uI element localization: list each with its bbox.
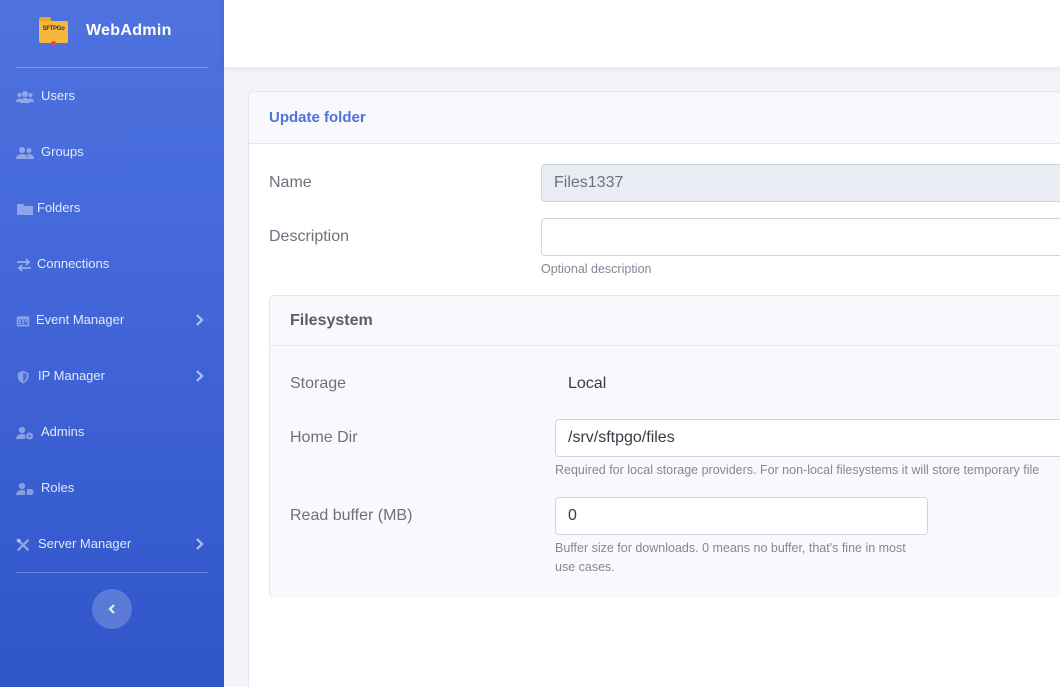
name-label: Name: [269, 174, 312, 191]
chevron-right-icon: [196, 314, 204, 326]
storage-value: Local: [568, 375, 607, 392]
sidebar: SFTPGo WebAdmin Users Groups Folders Con…: [0, 0, 224, 687]
sidebar-item-label: Admins: [41, 424, 85, 439]
filesystem-card-header: Filesystem: [270, 296, 1060, 346]
sidebar-item-roles[interactable]: Roles: [0, 461, 224, 517]
read-buffer-help-line1: Buffer size for downloads. 0 means no bu…: [555, 541, 906, 555]
folder-icon: [17, 204, 33, 215]
sidebar-item-groups[interactable]: Groups: [0, 125, 224, 181]
topbar: [224, 0, 1060, 67]
chevron-right-icon: [196, 538, 204, 550]
home-dir-field[interactable]: /srv/sftpgo/files: [555, 419, 1060, 457]
sidebar-item-ip-manager[interactable]: IP Manager: [0, 349, 224, 405]
users-icon: [16, 91, 34, 103]
page-title: Update folder: [269, 109, 366, 126]
user-group-icon: [16, 147, 34, 159]
exchange-arrows-icon: [17, 258, 31, 272]
sidebar-item-label: IP Manager: [38, 368, 105, 383]
filesystem-title: Filesystem: [290, 312, 373, 329]
logo-text: SFTPGo: [42, 26, 65, 32]
name-field[interactable]: Files1337: [541, 164, 1060, 202]
sidebar-item-label: Groups: [41, 144, 84, 159]
shield-icon: [17, 370, 29, 384]
user-cog-icon: [16, 426, 33, 440]
read-buffer-label: Read buffer (MB): [290, 507, 413, 524]
storage-label: Storage: [290, 375, 347, 392]
read-buffer-help-line2: use cases.: [555, 560, 615, 574]
card-header: Update folder: [249, 92, 1060, 144]
tools-icon: [16, 538, 30, 552]
sidebar-item-event-manager[interactable]: Event Manager: [0, 293, 224, 349]
home-dir-label: Home Dir: [290, 429, 358, 446]
home-dir-help: Required for local storage providers. Fo…: [555, 463, 1040, 477]
sidebar-item-connections[interactable]: Connections: [0, 237, 224, 293]
sidebar-item-folders[interactable]: Folders: [0, 181, 224, 237]
sidebar-item-admins[interactable]: Admins: [0, 405, 224, 461]
brand-name: WebAdmin: [86, 22, 172, 39]
sidebar-item-label: Roles: [41, 480, 75, 495]
sidebar-divider: [16, 67, 208, 68]
sidebar-item-label: Folders: [37, 200, 81, 215]
sidebar-item-server-manager[interactable]: Server Manager: [0, 517, 224, 573]
chevron-right-icon: [196, 370, 204, 382]
sidebar-item-label: Event Manager: [36, 312, 125, 327]
sidebar-toggle-button[interactable]: [92, 589, 132, 629]
calendar-icon: [16, 316, 30, 327]
sidebar-divider: [16, 572, 208, 573]
chevron-left-icon: [108, 604, 115, 614]
sidebar-item-label: Users: [41, 88, 75, 103]
user-tag-icon: [16, 482, 34, 495]
sftpgo-logo: SFTPGo: [39, 17, 69, 46]
brand-link[interactable]: SFTPGo WebAdmin: [0, 0, 224, 67]
sidebar-item-users[interactable]: Users: [0, 69, 224, 125]
description-field[interactable]: [541, 218, 1060, 256]
sidebar-item-label: Server Manager: [38, 536, 132, 551]
sidebar-item-label: Connections: [37, 256, 110, 271]
description-label: Description: [269, 228, 350, 245]
description-help: Optional description: [541, 262, 652, 276]
read-buffer-field[interactable]: 0: [555, 497, 928, 535]
